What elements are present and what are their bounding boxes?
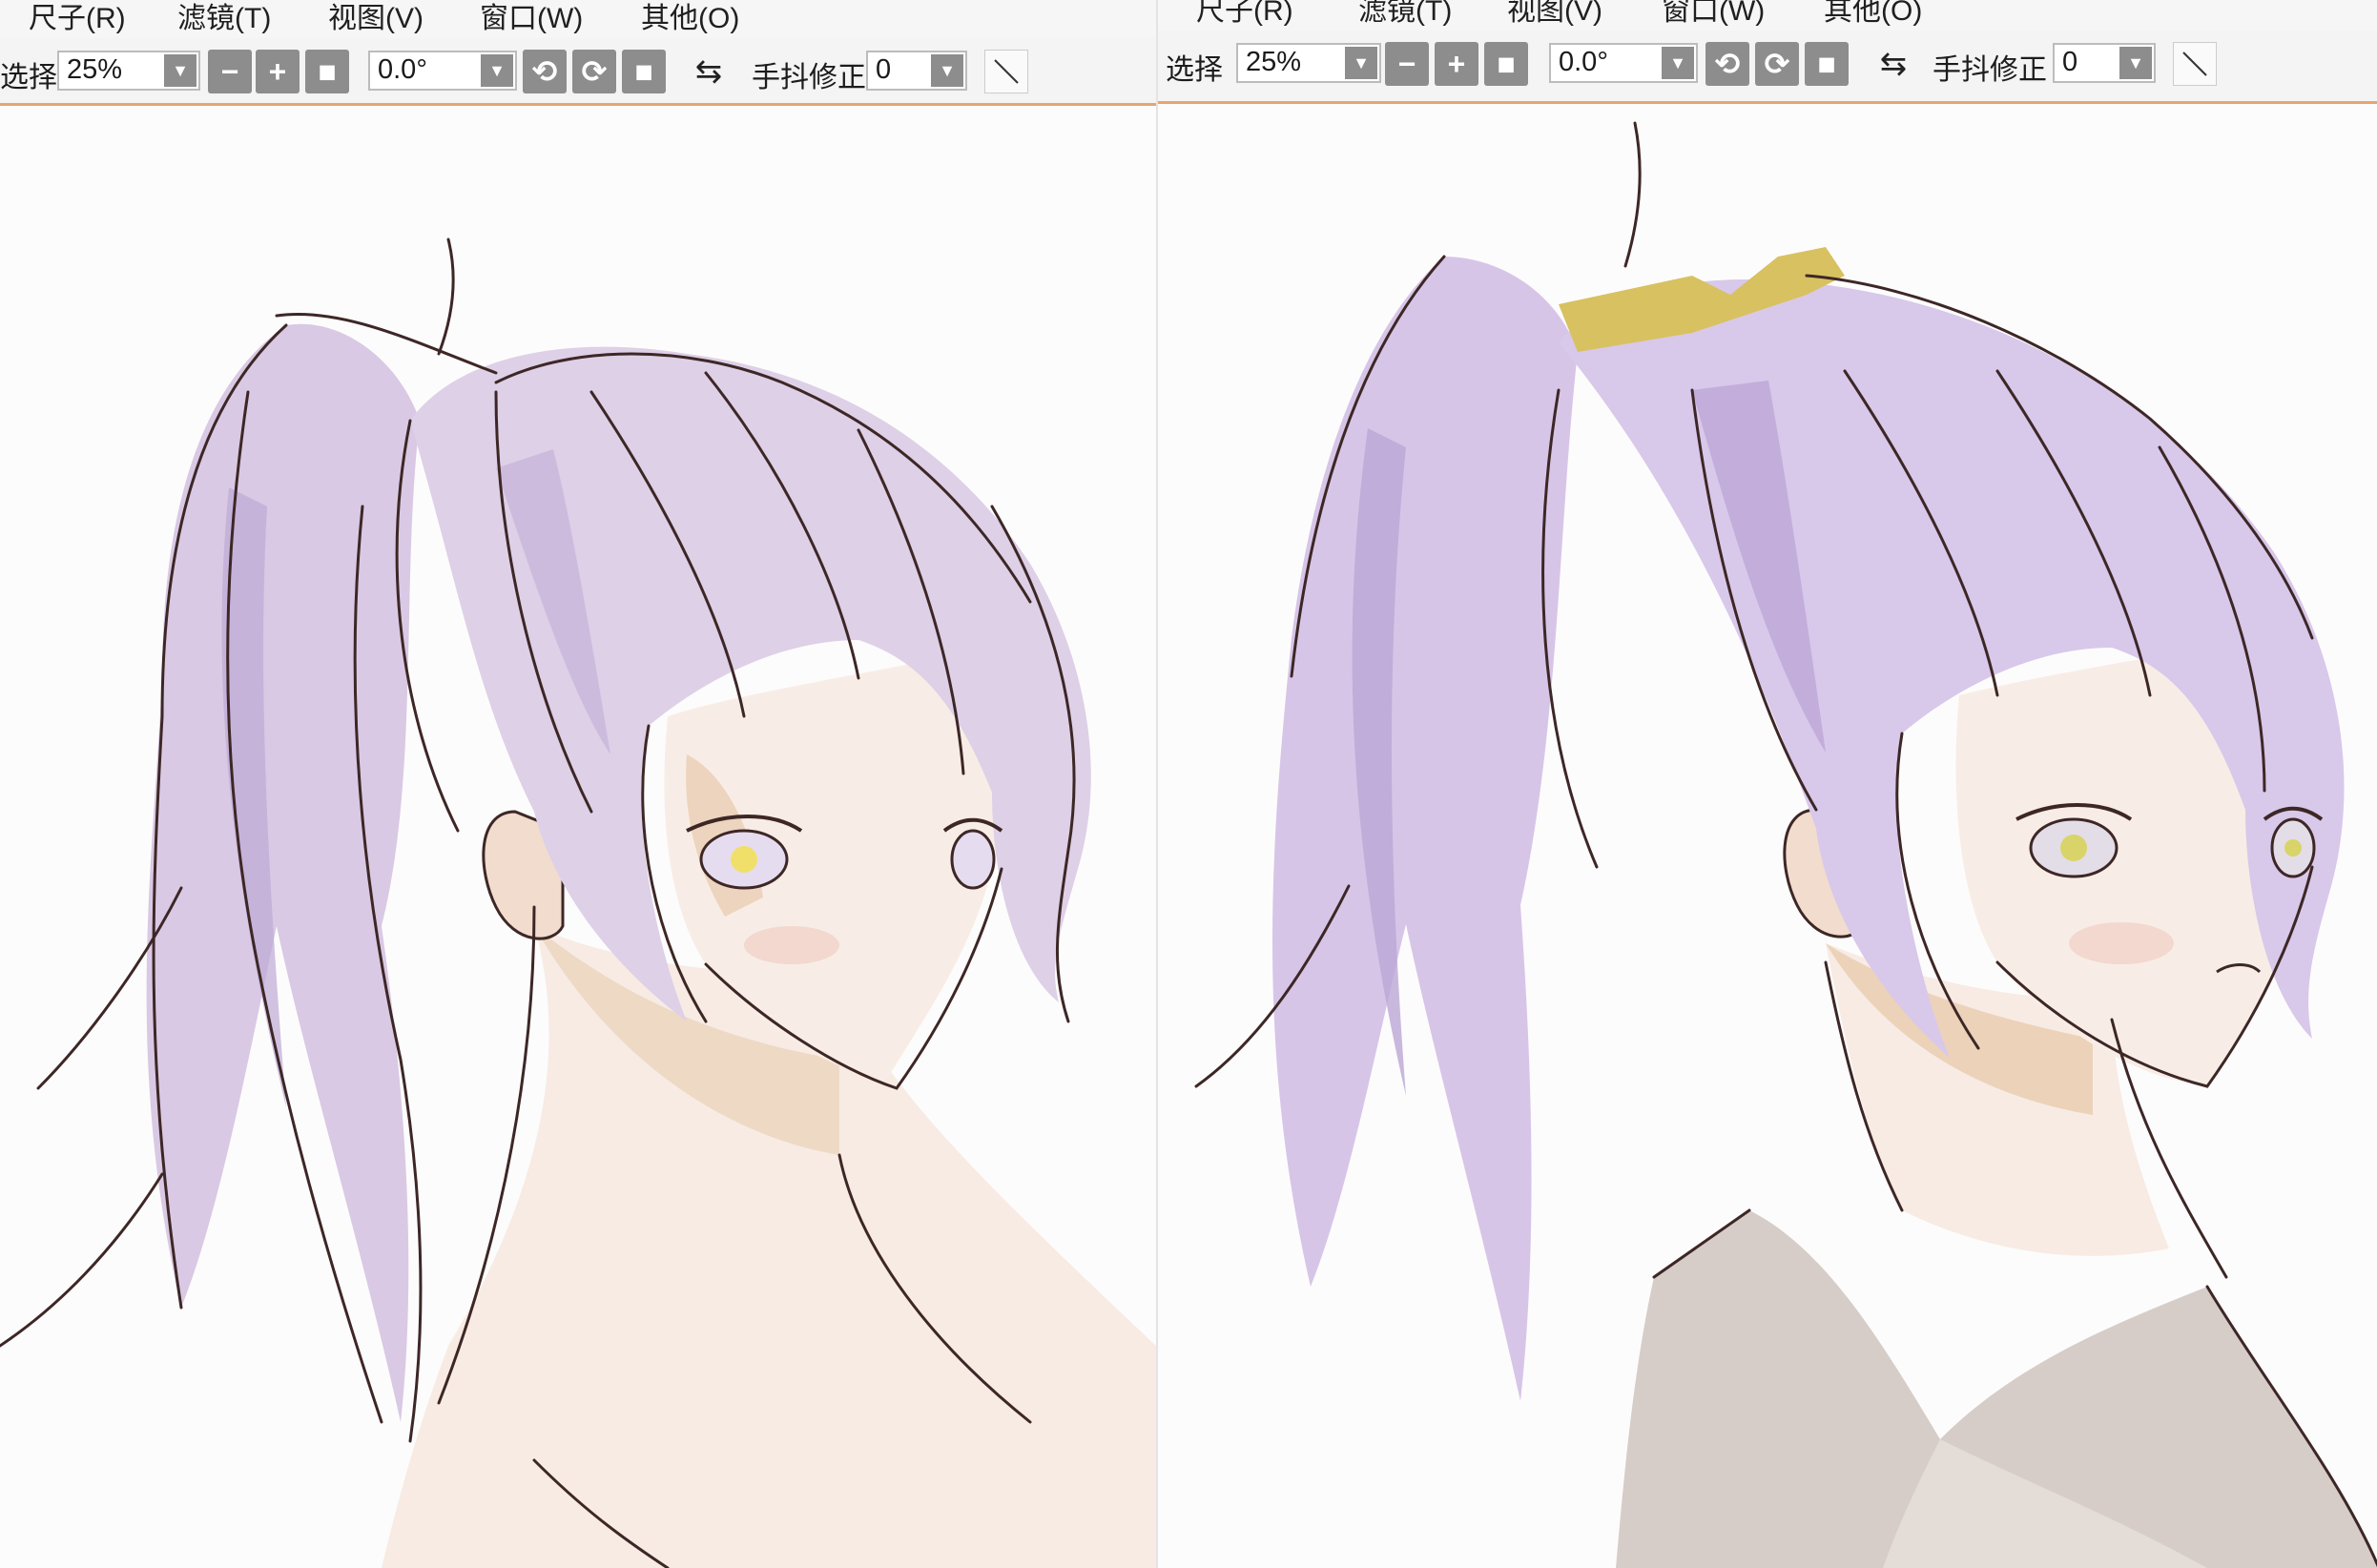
zoom-out-button[interactable]: −	[208, 50, 252, 93]
square-icon: ■	[634, 54, 653, 89]
flip-horizontal-icon: ⇆	[1879, 46, 1908, 82]
rotate-ccw-icon: ⟲	[531, 54, 558, 89]
stabilizer-select[interactable]: 0 ▼	[866, 51, 967, 91]
select-label: 选择	[1166, 54, 1223, 86]
line-tool-button[interactable]	[2173, 42, 2217, 86]
menu-view[interactable]: 视图(V)	[1507, 0, 1602, 29]
menu-other[interactable]: 其他(O)	[641, 0, 739, 36]
ponytail	[1272, 257, 1578, 1401]
menu-ruler[interactable]: 尺子(R)	[29, 0, 126, 36]
cheek-blush	[2069, 922, 2174, 964]
flip-button[interactable]: ⇆	[1871, 42, 1915, 86]
rotation-value: 0.0°	[378, 54, 427, 85]
rotate-cw-icon: ⟳	[1764, 47, 1790, 81]
line-tool-icon	[994, 59, 1019, 84]
minus-icon: −	[220, 54, 239, 89]
rotation-select[interactable]: 0.0° ▼	[368, 51, 517, 91]
rotation-select[interactable]: 0.0° ▼	[1549, 43, 1698, 83]
stabilizer-label: 手抖修正	[1933, 54, 2047, 86]
zoom-value: 25%	[67, 54, 123, 85]
rotate-ccw-icon: ⟲	[1714, 47, 1741, 81]
stabilizer-value: 0	[876, 54, 892, 85]
menu-window[interactable]: 窗口(W)	[480, 0, 583, 36]
square-icon: ■	[318, 54, 337, 89]
zoom-select[interactable]: 25% ▼	[1236, 43, 1381, 83]
menu-ruler[interactable]: 尺子(R)	[1196, 0, 1293, 29]
zoom-value: 25%	[1246, 47, 1302, 77]
menu-filter[interactable]: 滤镜(T)	[1358, 0, 1452, 29]
chevron-down-icon[interactable]: ▼	[2119, 47, 2152, 79]
rotate-left-button[interactable]: ⟲	[523, 50, 567, 93]
plus-icon: +	[1447, 47, 1466, 81]
rotation-reset-button[interactable]: ■	[622, 50, 666, 93]
artwork-sketch	[0, 237, 1156, 1568]
cheek-blush	[744, 926, 839, 964]
ponytail	[146, 323, 420, 1422]
chevron-down-icon[interactable]: ▼	[481, 54, 513, 87]
rotation-reset-button[interactable]: ■	[1805, 42, 1849, 86]
drawing-canvas-left[interactable]	[0, 106, 1156, 1568]
chevron-down-icon[interactable]: ▼	[164, 54, 196, 87]
flip-button[interactable]: ⇆	[687, 50, 731, 93]
chevron-down-icon[interactable]: ▼	[1345, 47, 1377, 79]
minus-icon: −	[1397, 47, 1416, 81]
zoom-out-button[interactable]: −	[1385, 42, 1429, 86]
select-label: 选择	[0, 62, 57, 93]
zoom-in-button[interactable]: +	[256, 50, 300, 93]
canvas-window-left: 尺子(R) 滤镜(T) 视图(V) 窗口(W) 其他(O) 选择 25% ▼ −…	[0, 0, 1156, 1568]
zoom-select[interactable]: 25% ▼	[57, 51, 200, 91]
artwork-colored	[1194, 121, 2377, 1568]
menu-window[interactable]: 窗口(W)	[1662, 0, 1765, 29]
rotate-left-button[interactable]: ⟲	[1705, 42, 1749, 86]
drawing-canvas-right[interactable]	[1158, 104, 2377, 1568]
menu-bar: 尺子(R) 滤镜(T) 视图(V) 窗口(W) 其他(O)	[0, 0, 1156, 38]
zoom-in-button[interactable]: +	[1435, 42, 1478, 86]
square-icon: ■	[1817, 47, 1836, 81]
flip-horizontal-icon: ⇆	[694, 53, 723, 90]
toolbar: 选择 25% ▼ − + ■ 0.0° ▼ ⟲ ⟳ ■ ⇆ 手抖修正 0 ▼	[0, 38, 1156, 106]
canvas-window-right: 尺子(R) 滤镜(T) 视图(V) 窗口(W) 其他(O) 选择 25% ▼ −…	[1156, 0, 2377, 1568]
line-tool-icon	[2182, 52, 2207, 76]
menu-view[interactable]: 视图(V)	[328, 0, 424, 36]
zoom-reset-button[interactable]: ■	[305, 50, 349, 93]
menu-filter[interactable]: 滤镜(T)	[177, 0, 271, 36]
stabilizer-select[interactable]: 0 ▼	[2053, 43, 2156, 83]
rotate-right-button[interactable]: ⟳	[572, 50, 616, 93]
rotate-cw-icon: ⟳	[581, 54, 608, 89]
stabilizer-label: 手抖修正	[752, 62, 866, 93]
chevron-down-icon[interactable]: ▼	[931, 54, 963, 87]
line-tool-button[interactable]	[984, 50, 1028, 93]
rotation-value: 0.0°	[1559, 47, 1608, 77]
stabilizer-value: 0	[2062, 47, 2078, 77]
plus-icon: +	[268, 54, 287, 89]
chevron-down-icon[interactable]: ▼	[1662, 47, 1694, 79]
menu-other[interactable]: 其他(O)	[1824, 0, 1922, 29]
zoom-reset-button[interactable]: ■	[1484, 42, 1528, 86]
square-icon: ■	[1497, 47, 1516, 81]
toolbar: 选择 25% ▼ − + ■ 0.0° ▼ ⟲ ⟳ ■ ⇆ 手抖修正 0 ▼	[1158, 31, 2377, 104]
rotate-right-button[interactable]: ⟳	[1755, 42, 1799, 86]
